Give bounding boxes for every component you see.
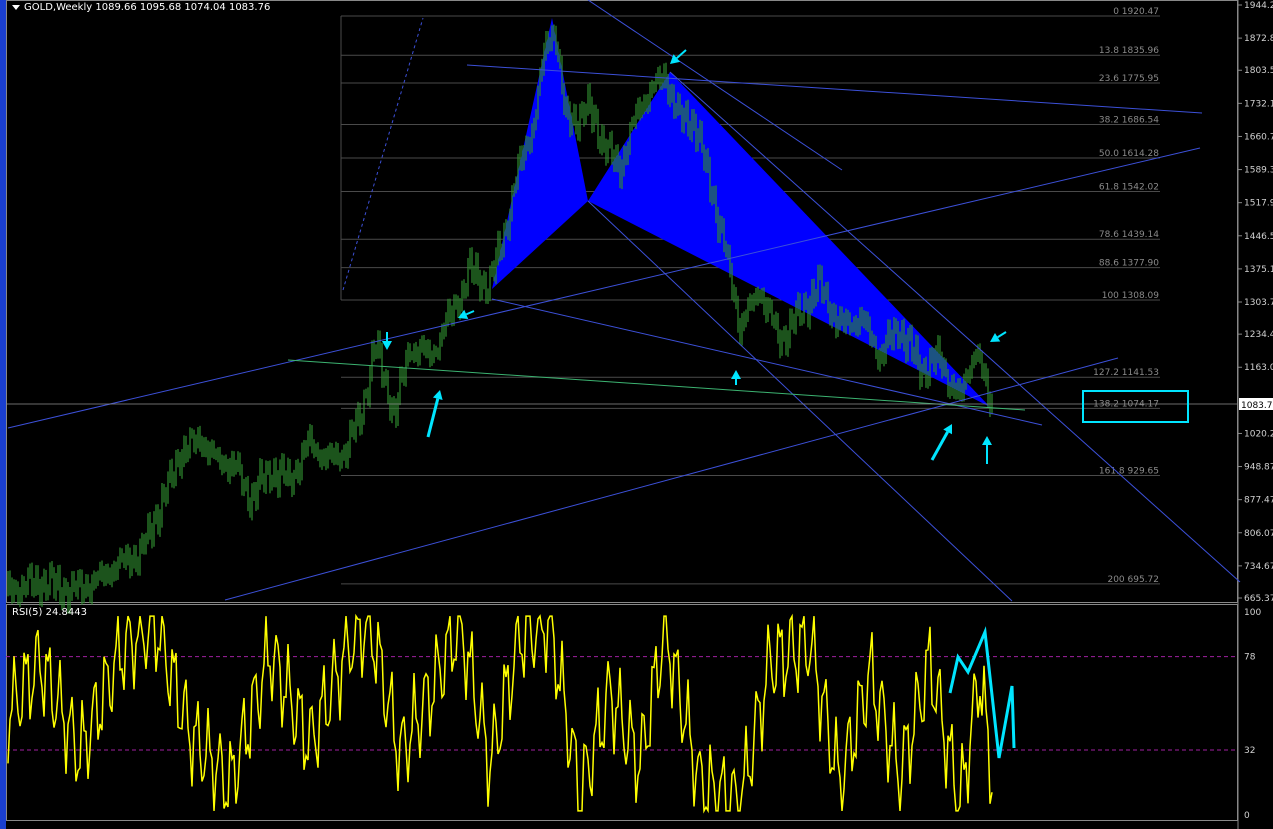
price-axis-label: 948.87 (1244, 463, 1273, 473)
annotation-arrow-shaft (997, 331, 1007, 339)
fib-level-label: 38.2 1686.54 (1099, 115, 1159, 125)
price-axis-label: 1589.3 (1244, 166, 1273, 176)
price-axis-label: 1517.9 (1244, 199, 1273, 209)
fib-level-label: 61.8 1542.02 (1099, 182, 1159, 192)
price-axis-label: 806.07 (1244, 529, 1273, 539)
rsi-indicator (6, 613, 1238, 814)
fib-level-label: 23.6 1775.95 (1099, 74, 1159, 84)
trendlines[interactable] (6, 0, 1241, 602)
annotation-arrow-head (382, 341, 392, 350)
ohlc-values: 1089.66 1095.68 1074.04 1083.76 (95, 2, 271, 13)
harmonic-pattern[interactable] (492, 18, 990, 407)
fib-level-label: 13.8 1835.96 (1099, 46, 1159, 56)
rsi-axis-label: 32 (1244, 746, 1255, 756)
fib-level-label: 0 1920.47 (1113, 7, 1159, 17)
dropdown-triangle-icon[interactable] (12, 4, 20, 10)
annotation-arrow-head (432, 390, 443, 400)
price-axis-label: 877.47 (1244, 496, 1273, 506)
price-pane-frame (6, 0, 1238, 603)
fib-level-label: 161.8 929.65 (1099, 466, 1159, 476)
price-axis: 1944.2 1872.8 1803.5 1732.1 1660.7 1589.3 1517… (1238, 1, 1273, 604)
rsi-header: RSI(5) 24.8443 (12, 607, 87, 618)
annotation-arrow-head (982, 436, 992, 445)
rsi-axis-label: 100 (1244, 608, 1261, 618)
price-axis-label: 1446.5 (1244, 232, 1273, 242)
price-axis-label: 734.67 (1244, 562, 1273, 572)
trendline-xd[interactable] (491, 298, 1043, 426)
price-axis-label: 1020.2 (1244, 429, 1273, 439)
annotation-arrow-shaft (930, 431, 949, 461)
price-axis-label: 1872.8 (1244, 34, 1273, 44)
chart-window[interactable]: 0 1920.47 13.8 1835.96 23.6 1775.95 38.2 16… (0, 0, 1273, 829)
price-axis-label: 665.37 (1244, 594, 1273, 604)
trendline-dashed[interactable] (342, 17, 424, 291)
rsi-axis: 100 78 32 0 (1244, 608, 1261, 821)
rsi-annotation-zigzag (948, 626, 1016, 759)
trendline-top-resistance[interactable] (466, 64, 1203, 114)
price-axis-label: 1375.1 (1244, 265, 1273, 275)
fib-level-label: 50.0 1614.28 (1099, 149, 1159, 159)
rsi-axis-label: 78 (1244, 653, 1256, 663)
price-axis-label: 1732.1 (1244, 99, 1273, 109)
price-axis-label: 1660.7 (1244, 132, 1273, 142)
fib-level-label: 88.6 1377.90 (1099, 259, 1159, 269)
symbol-name: GOLD,Weekly (24, 2, 93, 13)
symbol-header: GOLD,Weekly 1089.66 1095.68 1074.04 1083… (12, 2, 270, 13)
pattern-triangle-xab[interactable] (492, 18, 588, 289)
price-axis-label: 1234.4 (1244, 330, 1273, 340)
annotation-arrow-head (731, 370, 741, 379)
current-price-label: 1083.7 (1241, 401, 1273, 411)
price-axis-label: 1803.5 (1244, 66, 1273, 76)
chart-canvas[interactable]: 0 1920.47 13.8 1835.96 23.6 1775.95 38.2 16… (0, 0, 1273, 829)
rsi-axis-label: 0 (1244, 811, 1250, 821)
fib-level-label: 100 1308.09 (1102, 291, 1160, 301)
price-axis-label: 1303.7 (1244, 298, 1273, 308)
rsi-line (7, 613, 993, 814)
price-axis-label: 1944.2 (1244, 1, 1273, 11)
fib-level-label: 127.2 1141.53 (1093, 368, 1159, 378)
price-axis-label: 1163.0 (1244, 363, 1273, 373)
annotation-arrow-shaft (426, 398, 440, 438)
fib-level-label: 200 695.72 (1107, 575, 1159, 585)
annotation-arrow-shaft (465, 310, 475, 316)
fib-level-label: 78.6 1439.14 (1099, 230, 1159, 240)
annotation-arrow-shaft (676, 49, 687, 59)
fib-level-label: 138.2 1074.17 (1093, 399, 1159, 409)
trendline-lower-channel[interactable] (224, 357, 1119, 601)
